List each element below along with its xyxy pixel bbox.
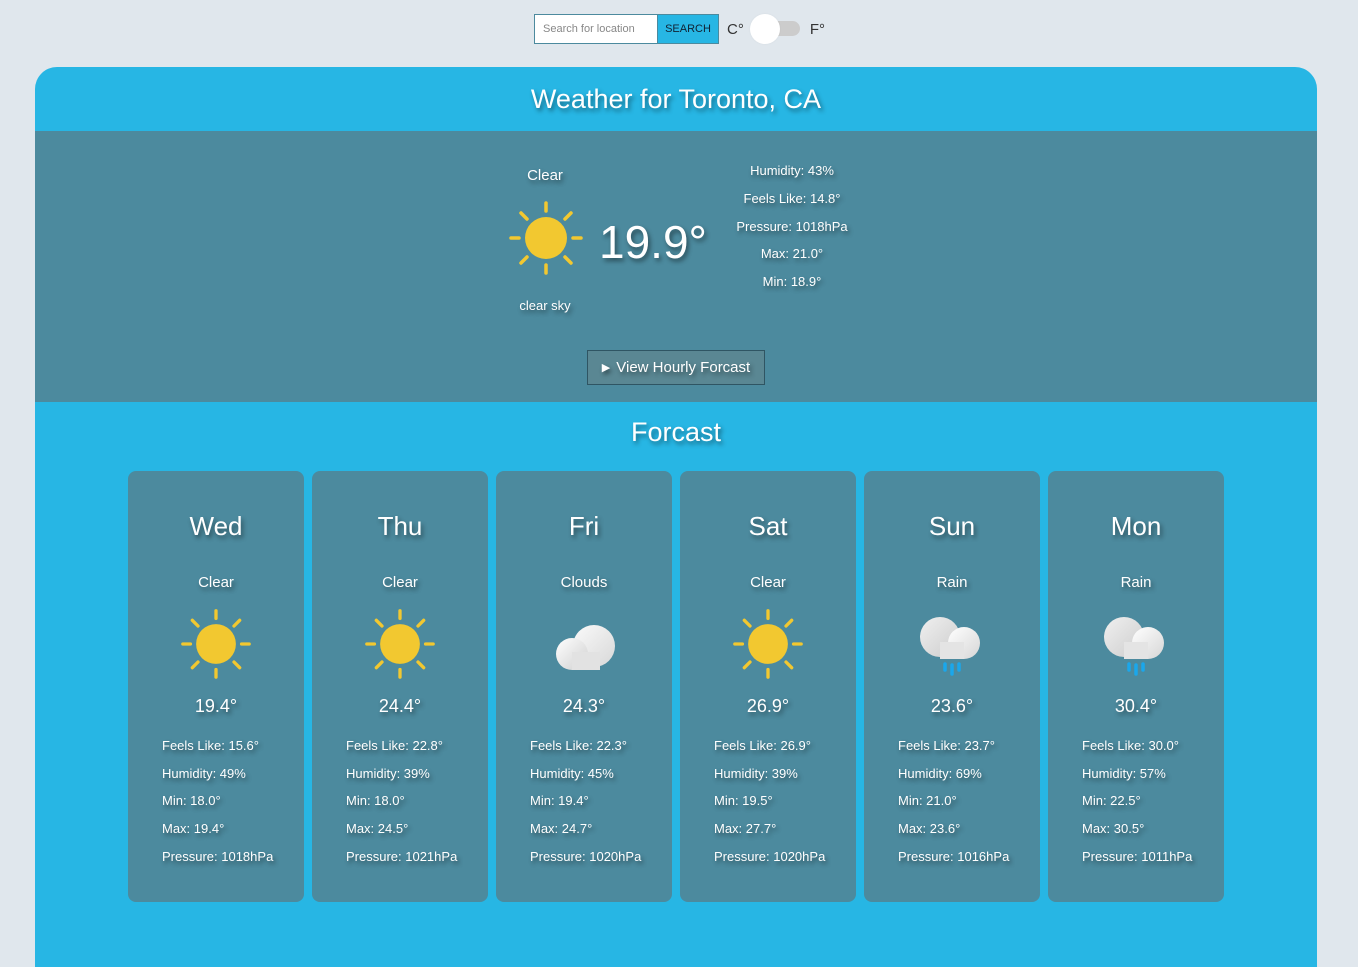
search-bar: SEARCH C° F° <box>534 14 825 44</box>
current-condition: Clear <box>527 167 563 184</box>
day-details: Feels Like: 15.6° Humidity: 49% Min: 18.… <box>162 738 273 876</box>
day-humidity: Humidity: 39% <box>714 765 798 781</box>
day-feels-like: Feels Like: 22.3° <box>530 738 627 753</box>
current-feels-like: Feels Like: 14.8° <box>743 190 841 206</box>
rain-icon <box>916 608 988 680</box>
day-details: Feels Like: 30.0° Humidity: 57% Min: 22.… <box>1082 738 1192 876</box>
day-details: Feels Like: 26.9° Humidity: 39% Min: 19.… <box>714 738 825 876</box>
day-name: Fri <box>568 511 600 541</box>
day-pressure: Pressure: 1020hPa <box>530 848 642 864</box>
forecast-day-sat: Sat Clear 26.9° Feels Like: 26.9° Humidi… <box>680 471 856 902</box>
day-name: Wed <box>189 511 243 541</box>
day-max: Max: 24.7° <box>530 821 593 837</box>
hourly-button-label: View Hourly Forcast <box>616 359 751 376</box>
day-feels-like: Feels Like: 30.0° <box>1082 738 1179 753</box>
day-feels-like: Feels Like: 23.7° <box>898 738 995 753</box>
day-humidity: Humidity: 57% <box>1082 765 1166 781</box>
current-description: clear sky <box>519 298 571 313</box>
sun-icon <box>508 200 584 276</box>
forecast-day-thu: Thu Clear 24.4° Feels Like: 22.8° Humidi… <box>312 471 488 902</box>
sun-icon <box>364 608 436 680</box>
day-condition: Clouds <box>560 574 608 591</box>
search-button[interactable]: SEARCH <box>657 14 719 44</box>
day-name: Sun <box>928 511 976 541</box>
view-hourly-forecast-button[interactable]: ▶ View Hourly Forcast <box>587 350 765 385</box>
page-title: Weather for Toronto, CA <box>530 84 822 114</box>
day-pressure: Pressure: 1016hPa <box>898 848 1010 864</box>
day-temperature: 24.3° <box>562 696 606 716</box>
sun-icon <box>180 608 252 680</box>
day-feels-like: Feels Like: 26.9° <box>714 738 811 753</box>
location-search-input[interactable] <box>534 14 657 44</box>
day-name: Thu <box>377 511 423 541</box>
rain-icon <box>1100 608 1172 680</box>
day-condition: Rain <box>936 574 968 591</box>
day-min: Min: 19.5° <box>714 793 773 809</box>
forecast-day-wed: Wed Clear 19.4° Feels Like: 15.6° Humidi… <box>128 471 304 902</box>
day-feels-like: Feels Like: 22.8° <box>346 738 443 753</box>
weather-card: Weather for Toronto, CA Clear 19.9° clea… <box>35 67 1317 967</box>
play-triangle-icon: ▶ <box>601 362 611 374</box>
unit-toggle-knob[interactable] <box>749 14 780 44</box>
current-weather-panel: Clear 19.9° clear sky Humidity: 43% Feel… <box>35 131 1317 402</box>
day-temperature: 23.6° <box>930 696 974 716</box>
day-temperature: 19.4° <box>194 696 238 716</box>
day-details: Feels Like: 22.3° Humidity: 45% Min: 19.… <box>530 738 641 876</box>
current-max: Max: 21.0° <box>760 246 824 262</box>
day-pressure: Pressure: 1020hPa <box>714 848 826 864</box>
current-details: Humidity: 43% Feels Like: 14.8° Pressure… <box>725 163 859 302</box>
day-temperature: 24.4° <box>378 696 422 716</box>
fahrenheit-label: F° <box>809 20 826 38</box>
day-condition: Clear <box>750 574 786 591</box>
day-min: Min: 19.4° <box>530 793 589 809</box>
forecast-day-sun: Sun Rain 23.6° Feels Like: 23.7° Humidit… <box>864 471 1040 902</box>
celsius-label: C° <box>727 20 744 38</box>
day-max: Max: 27.7° <box>714 821 777 837</box>
day-temperature: 30.4° <box>1114 696 1158 716</box>
day-feels-like: Feels Like: 15.6° <box>162 738 259 753</box>
day-min: Min: 22.5° <box>1082 793 1141 809</box>
current-humidity: Humidity: 43% <box>750 163 834 178</box>
day-details: Feels Like: 22.8° Humidity: 39% Min: 18.… <box>346 738 457 876</box>
day-condition: Clear <box>382 574 418 591</box>
forecast-title: Forcast <box>630 417 722 447</box>
forecast-day-mon: Mon Rain 30.4° Feels Like: 30.0° Humidit… <box>1048 471 1224 902</box>
day-max: Max: 23.6° <box>898 821 961 837</box>
forecast-day-fri: Fri Clouds 24.3° Feels Like: 22.3° Humid… <box>496 471 672 902</box>
day-temperature: 26.9° <box>746 696 790 716</box>
day-min: Min: 21.0° <box>898 793 957 809</box>
current-temperature: 19.9° <box>599 216 707 268</box>
unit-toggle[interactable] <box>749 14 800 44</box>
current-pressure: Pressure: 1018hPa <box>736 218 848 234</box>
current-min: Min: 18.9° <box>762 274 822 290</box>
sun-icon <box>732 608 804 680</box>
day-humidity: Humidity: 39% <box>346 765 430 781</box>
day-humidity: Humidity: 69% <box>898 765 982 781</box>
day-min: Min: 18.0° <box>346 793 405 809</box>
day-max: Max: 19.4° <box>162 821 225 837</box>
day-name: Sat <box>748 511 788 541</box>
day-max: Max: 24.5° <box>346 821 409 837</box>
day-humidity: Humidity: 45% <box>530 765 614 781</box>
day-pressure: Pressure: 1011hPa <box>1082 848 1193 864</box>
day-max: Max: 30.5° <box>1082 821 1145 837</box>
day-details: Feels Like: 23.7° Humidity: 69% Min: 21.… <box>898 738 1009 876</box>
day-min: Min: 18.0° <box>162 793 221 809</box>
day-condition: Rain <box>1120 574 1152 591</box>
cloud-icon <box>548 608 620 680</box>
day-pressure: Pressure: 1018hPa <box>162 848 274 864</box>
day-name: Mon <box>1110 511 1162 541</box>
day-pressure: Pressure: 1021hPa <box>346 848 458 864</box>
forecast-list: Wed Clear 19.4° Feels Like: 15.6° Humidi… <box>128 471 1224 902</box>
day-condition: Clear <box>198 574 234 591</box>
day-humidity: Humidity: 49% <box>162 765 246 781</box>
